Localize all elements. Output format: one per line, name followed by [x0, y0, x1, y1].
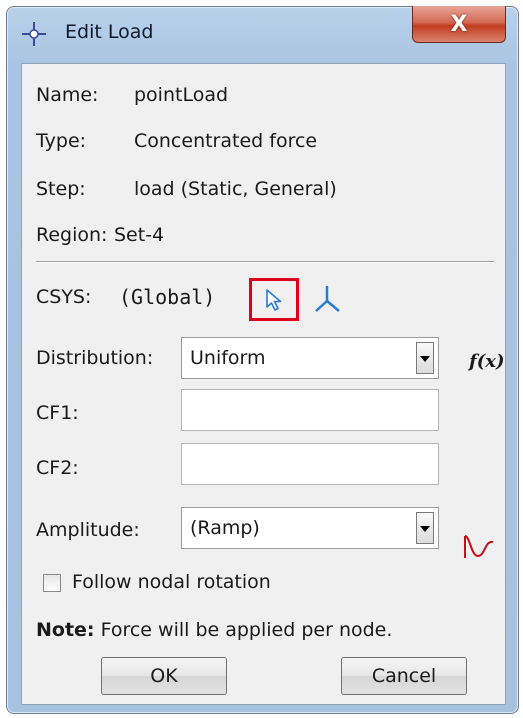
fx-button[interactable]: f(x): [469, 351, 505, 372]
distribution-select[interactable]: Uniform: [181, 337, 439, 379]
chevron-down-icon[interactable]: [416, 342, 434, 374]
follow-nodal-rotation-label[interactable]: Follow nodal rotation: [72, 571, 271, 593]
amplitude-label: Amplitude:: [36, 519, 140, 541]
arrow-pointer-icon: [266, 289, 282, 311]
note-text: Force will be applied per node.: [100, 619, 393, 641]
amplitude-select[interactable]: (Ramp): [181, 507, 439, 549]
title-bar[interactable]: Edit Load X: [7, 6, 518, 57]
follow-nodal-rotation-checkbox[interactable]: [43, 574, 61, 592]
distribution-label: Distribution:: [36, 347, 154, 369]
region-value: Set-4: [114, 224, 165, 246]
name-label: Name:: [36, 84, 99, 106]
close-button[interactable]: X: [412, 6, 506, 43]
window-title: Edit Load: [65, 21, 154, 43]
step-label: Step:: [36, 178, 86, 200]
cancel-button[interactable]: Cancel: [341, 657, 467, 695]
cancel-label: Cancel: [371, 665, 437, 687]
divider: [36, 261, 494, 263]
name-value: pointLoad: [134, 84, 229, 106]
csys-value: (Global): [119, 285, 216, 309]
chevron-down-icon[interactable]: [416, 512, 434, 544]
step-value: load (Static, General): [134, 178, 337, 200]
region-label: Region:: [36, 224, 108, 246]
ok-label: OK: [150, 665, 178, 687]
csys-triad-icon[interactable]: [312, 283, 342, 315]
type-label: Type:: [36, 130, 87, 152]
app-icon: [22, 22, 46, 46]
note-prefix: Note:: [36, 619, 95, 641]
amplitude-curve-icon[interactable]: [462, 532, 496, 562]
ok-button[interactable]: OK: [101, 657, 227, 695]
cf2-input[interactable]: [181, 443, 439, 485]
type-value: Concentrated force: [134, 130, 318, 152]
close-icon: X: [450, 11, 468, 37]
cf2-label: CF2:: [36, 457, 79, 479]
csys-label: CSYS:: [36, 286, 92, 308]
amplitude-value: (Ramp): [190, 517, 260, 539]
note: Note: Force will be applied per node.: [36, 619, 392, 641]
csys-pick-button[interactable]: [249, 278, 299, 321]
cf1-label: CF1:: [36, 402, 79, 424]
distribution-value: Uniform: [190, 347, 266, 369]
cf1-input[interactable]: [181, 389, 439, 431]
dialog-body: Name: pointLoad Type: Concentrated force…: [21, 63, 506, 705]
edit-load-dialog: Edit Load X Name: pointLoad Type: Concen…: [6, 6, 519, 714]
